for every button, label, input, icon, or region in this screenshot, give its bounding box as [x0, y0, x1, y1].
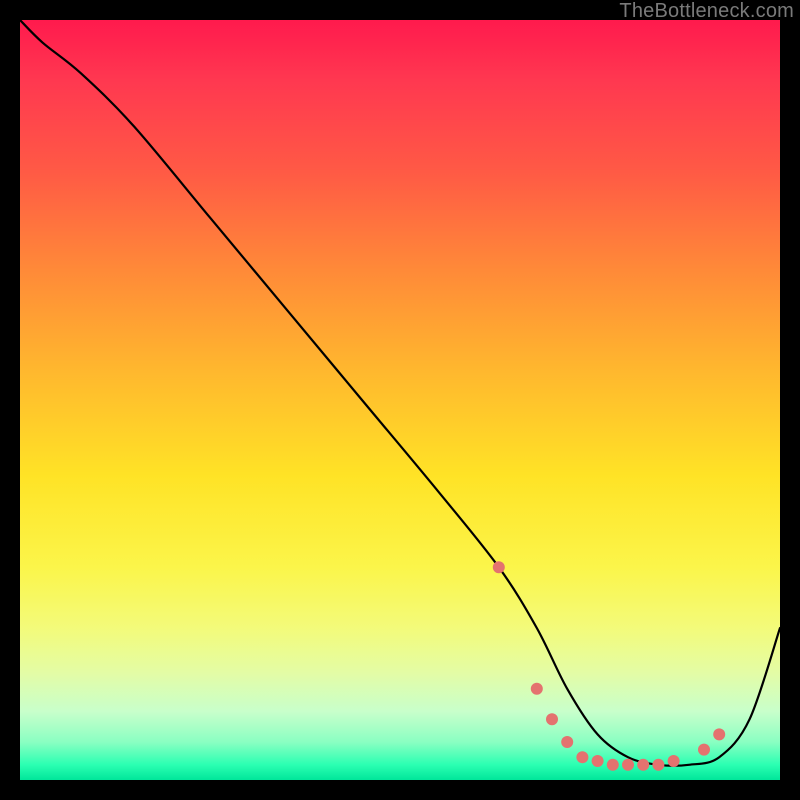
curve-marker — [698, 744, 710, 756]
curve-marker — [652, 759, 664, 771]
curve-marker — [531, 683, 543, 695]
curve-marker — [607, 759, 619, 771]
chart-frame: TheBottleneck.com — [0, 0, 800, 800]
curve-marker — [546, 713, 558, 725]
plot-area — [20, 20, 780, 780]
curve-marker — [493, 561, 505, 573]
curve-marker — [576, 751, 588, 763]
curve-markers — [493, 561, 725, 771]
curve-svg — [20, 20, 780, 780]
curve-marker — [713, 728, 725, 740]
curve-path — [20, 20, 780, 766]
curve-marker — [668, 755, 680, 767]
curve-marker — [622, 759, 634, 771]
curve-marker — [561, 736, 573, 748]
curve-marker — [592, 755, 604, 767]
curve-marker — [637, 759, 649, 771]
